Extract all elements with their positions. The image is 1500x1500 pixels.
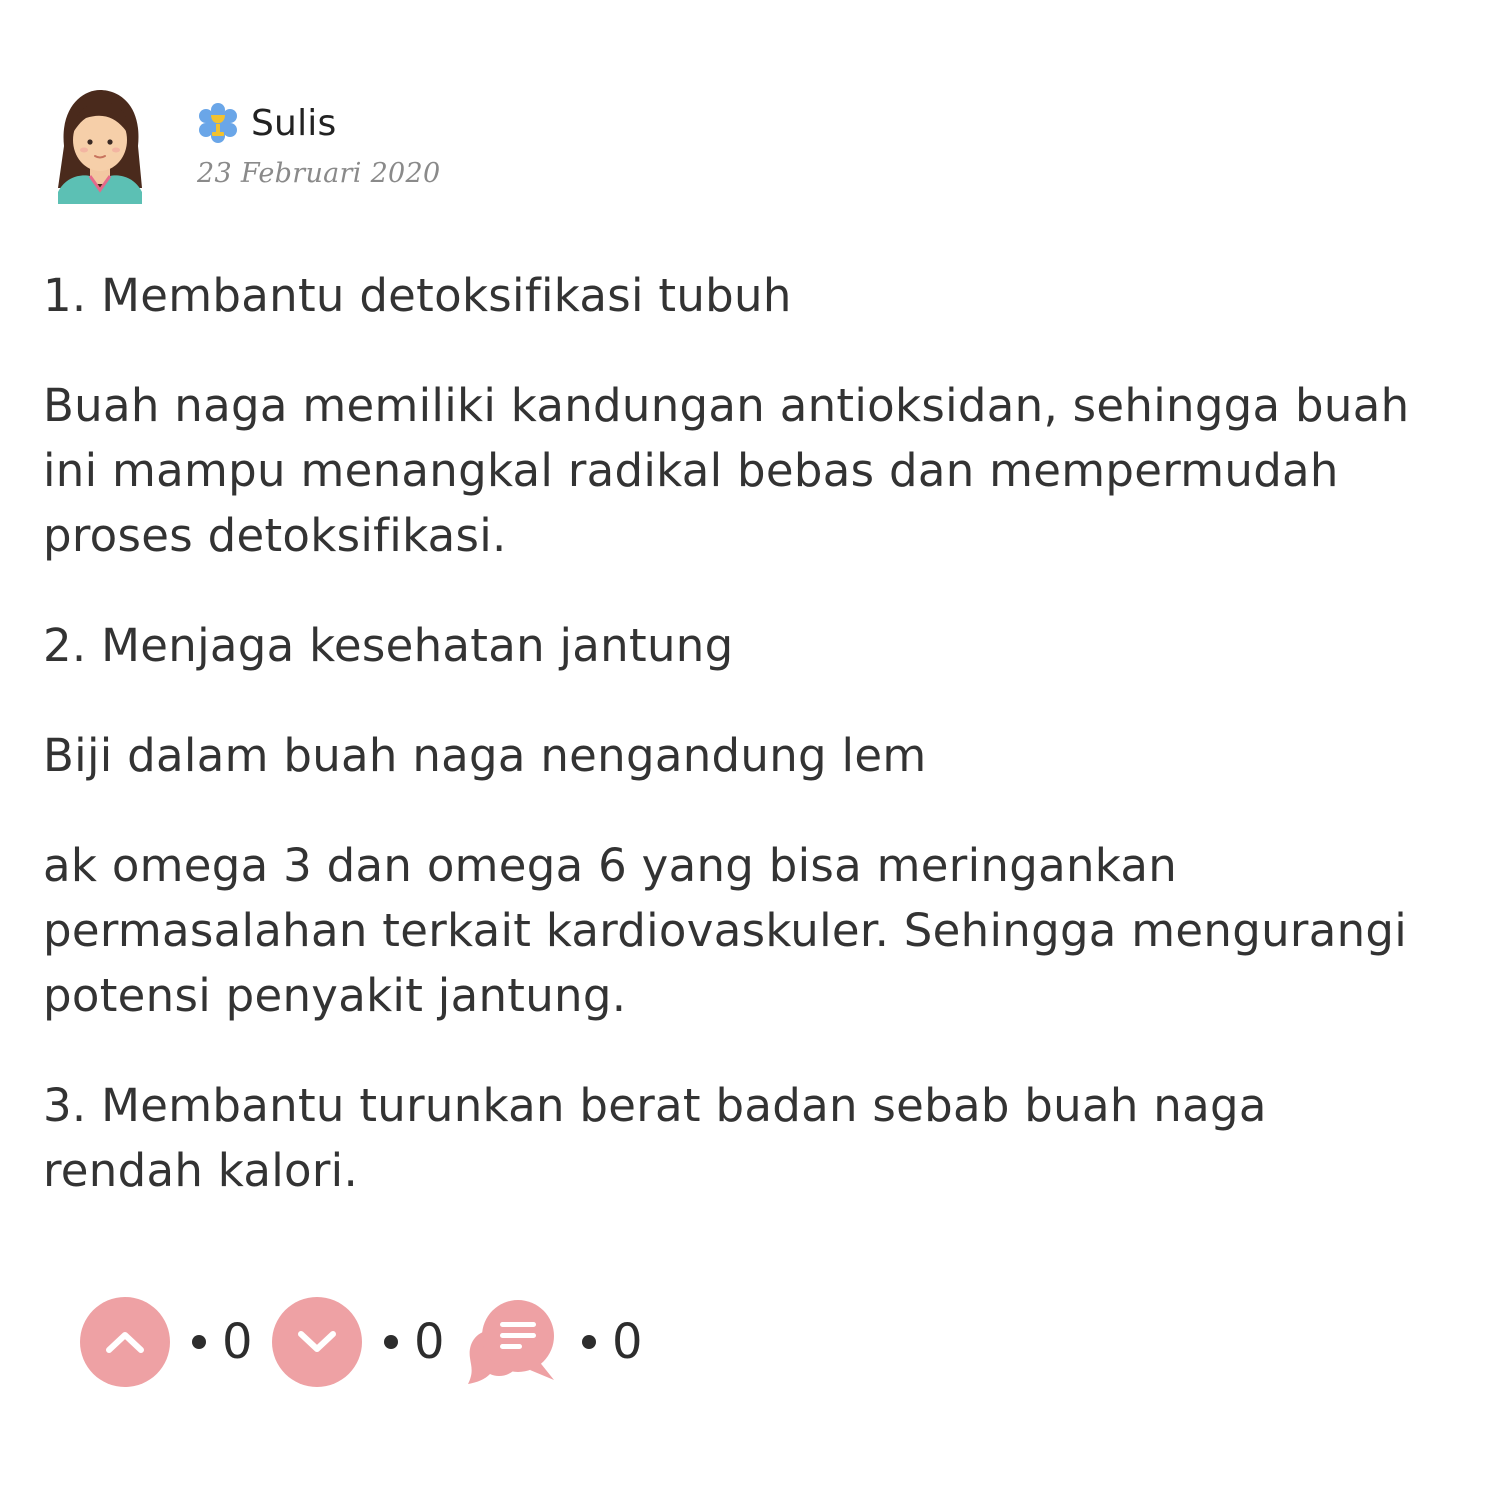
upvote-action: 0 [80, 1297, 256, 1387]
downvote-count: 0 [414, 1314, 445, 1370]
separator-dot [384, 1335, 398, 1349]
author-name[interactable]: Sulis [251, 103, 336, 144]
post-paragraph: Buah naga memiliki kandungan antioksidan… [43, 379, 1410, 562]
author-row: Sulis [197, 100, 336, 146]
post-actions: 0 0 0 [80, 1294, 662, 1390]
post-paragraph: 1. Membantu detoksifikasi tubuh [43, 269, 792, 322]
post-paragraph: 2. Menjaga kesehatan jantung [43, 619, 734, 672]
female-avatar-icon[interactable] [52, 88, 148, 204]
post-date: 23 Februari 2020 [197, 158, 441, 189]
post-paragraph: ak omega 3 dan omega 6 yang bisa meringa… [43, 839, 1408, 1022]
comment-bubble-icon[interactable] [464, 1294, 560, 1390]
upvote-count: 0 [222, 1314, 253, 1370]
comment-count: 0 [612, 1314, 643, 1370]
chevron-down-icon [298, 1331, 336, 1352]
comment-action: 0 [464, 1294, 646, 1390]
downvote-action: 0 [272, 1297, 448, 1387]
post-paragraph: Biji dalam buah naga nengandung lem [43, 729, 927, 782]
user-level-badge-icon [199, 103, 237, 143]
chevron-up-icon [106, 1332, 144, 1353]
post-paragraph: 3. Membantu turunkan berat badan sebab b… [43, 1079, 1267, 1197]
separator-dot [192, 1335, 206, 1349]
post-body: 1. Membantu detoksifikasi tubuh Buah nag… [43, 263, 1443, 1248]
separator-dot [582, 1335, 596, 1349]
upvote-button[interactable] [80, 1297, 170, 1387]
downvote-button[interactable] [272, 1297, 362, 1387]
post-header: Sulis 23 Februari 2020 [52, 88, 752, 208]
